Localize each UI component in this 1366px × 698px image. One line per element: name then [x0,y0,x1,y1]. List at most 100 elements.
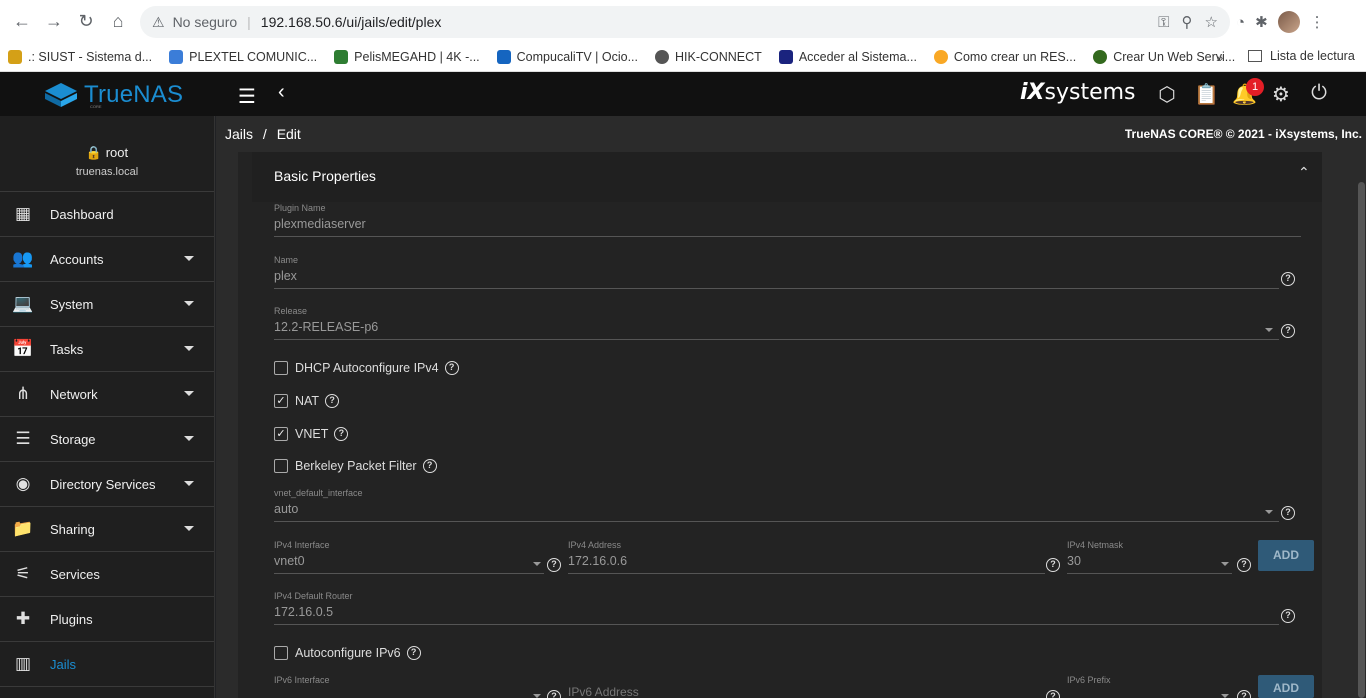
sidebar-item-accounts[interactable]: 👥 Accounts [0,237,214,282]
ipv6-address-help-icon[interactable]: ? [1046,690,1060,698]
hamburger-menu-icon[interactable]: ☰ [238,84,256,109]
nat-help-icon[interactable]: ? [325,394,340,408]
release-help-icon[interactable]: ? [1281,324,1295,338]
forward-arrow-icon[interactable]: → [38,5,70,37]
chevron-down-icon[interactable] [184,346,194,351]
ipv4-netmask-help-icon[interactable]: ? [1237,558,1251,572]
breadcrumb-jails[interactable]: Jails [225,126,253,142]
ipv4-address-value[interactable]: 172.16.0.6 [568,554,1045,574]
plugin-name-field[interactable]: Plugin Name plexmediaserver [274,203,1301,237]
sidebar-item-dashboard[interactable]: ▦ Dashboard [0,192,214,237]
bookmark[interactable]: Acceder al Sistema... [778,49,917,64]
autoconf-ipv6-checkbox-row[interactable]: Autoconfigure IPv6 ? [274,646,421,660]
clipboard-icon[interactable]: 📋 [1194,82,1219,107]
vnet-default-interface-dropdown-icon[interactable] [1265,510,1273,514]
ipv6-address-field[interactable]: IPv6 Address [568,685,1045,698]
browser-menu-icon[interactable]: ⋮ [1310,13,1325,31]
sidebar-item-system[interactable]: 💻 System [0,282,214,327]
ipv6-prefix-help-icon[interactable]: ? [1237,690,1251,698]
dhcp-checkbox-row[interactable]: DHCP Autoconfigure IPv4 ? [274,361,459,375]
ipv6-prefix-select[interactable]: IPv6 Prefix [1067,675,1232,685]
ipv4-netmask-select[interactable]: IPv4 Netmask 30 [1067,540,1232,574]
ipv4-default-router-field[interactable]: IPv4 Default Router 172.16.0.5 [274,591,1279,625]
bookmark[interactable]: Crear Un Web Servi... [1093,49,1235,64]
vnet-default-interface-select[interactable]: vnet_default_interface auto [274,488,1279,522]
name-help-icon[interactable]: ? [1281,272,1295,286]
dhcp-checkbox[interactable] [274,361,288,375]
address-bar[interactable]: ⚠ No seguro | 192.168.50.6/ui/jails/edit… [140,6,1230,38]
sidebar-item-plugins[interactable]: ✚ Plugins [0,597,214,642]
truenas-logo[interactable]: TrueNAS [44,81,183,109]
star-icon[interactable]: ☆ [1205,13,1218,31]
ipv4-interface-dropdown-icon[interactable] [533,562,541,566]
key-icon[interactable]: ⚿ [1158,14,1169,31]
chevron-down-icon[interactable] [184,256,194,261]
bookmark[interactable]: PLEXTEL COMUNIC... [169,49,317,64]
ipv4-interface-help-icon[interactable]: ? [547,558,561,572]
ipv4-default-router-help-icon[interactable]: ? [1281,609,1295,623]
ipv4-address-field[interactable]: IPv4 Address 172.16.0.6 [568,540,1045,574]
bpf-help-icon[interactable]: ? [422,459,437,473]
warning-icon[interactable]: ⚠ [152,14,165,31]
vnet-checkbox-row[interactable]: ✓ VNET ? [274,427,349,441]
bpf-checkbox-row[interactable]: Berkeley Packet Filter ? [274,459,437,473]
chevron-down-icon[interactable] [184,481,194,486]
chevron-down-icon[interactable] [184,391,194,396]
extensions-icon[interactable]: ✱ [1255,13,1268,31]
bookmark[interactable]: Como crear un RES... [933,49,1076,64]
name-value[interactable]: plex [274,269,1279,289]
sidebar-item-directory-services[interactable]: ◉ Directory Services [0,462,214,507]
vnet-checkbox[interactable]: ✓ [274,427,288,441]
url-text[interactable]: 192.168.50.6/ui/jails/edit/plex [261,14,442,30]
back-arrow-icon[interactable]: ← [6,5,38,37]
sidebar-item-sharing[interactable]: 📁 Sharing [0,507,214,552]
release-select[interactable]: Release 12.2-RELEASE-p6 [274,306,1279,340]
ipv6-interface-dropdown-icon[interactable] [533,694,541,698]
bookmark[interactable]: PelisMEGAHD | 4K -... [334,49,480,64]
ipv4-netmask-dropdown-icon[interactable] [1221,562,1229,566]
power-icon[interactable]: ⏻ [1308,82,1330,107]
autoconf-ipv6-help-icon[interactable]: ? [406,646,421,660]
ipv6-prefix-dropdown-icon[interactable] [1221,694,1229,698]
add-ipv6-button[interactable]: ADD [1258,675,1314,698]
bookmarks-more-icon[interactable]: » [1216,50,1223,65]
nat-checkbox[interactable]: ✓ [274,394,288,408]
vnet-help-icon[interactable]: ? [334,427,349,441]
performance-icon[interactable]: ◔ [1236,14,1245,31]
vnet-default-interface-help-icon[interactable]: ? [1281,506,1295,520]
bookmark[interactable]: .: SIUST - Sistema d... [8,49,152,64]
chevron-down-icon[interactable] [184,301,194,306]
bookmark[interactable]: CompucaliTV | Ocio... [496,49,638,64]
dhcp-help-icon[interactable]: ? [444,361,459,375]
sidebar-item-services[interactable]: ⚟ Services [0,552,214,597]
nat-checkbox-row[interactable]: ✓ NAT ? [274,394,340,408]
sidebar-item-storage[interactable]: ☰ Storage [0,417,214,462]
bookmark[interactable]: HIK-CONNECT [655,49,762,64]
home-icon[interactable]: ⌂ [102,5,134,37]
name-field[interactable]: Name plex [274,255,1279,289]
ipv4-default-router-value[interactable]: 172.16.0.5 [274,605,1279,625]
reading-list[interactable]: Lista de lectura [1248,49,1355,63]
sidebar-item-jails[interactable]: ▥ Jails [0,642,214,687]
autoconf-ipv6-checkbox[interactable] [274,646,288,660]
release-dropdown-icon[interactable] [1265,328,1273,332]
bpf-checkbox[interactable] [274,459,288,473]
chevron-down-icon[interactable] [184,526,194,531]
content-scrollbar[interactable] [1357,152,1366,698]
sidebar-item-tasks[interactable]: 📅 Tasks [0,327,214,372]
profile-avatar[interactable] [1277,11,1300,33]
ipv4-interface-select[interactable]: IPv4 Interface vnet0 [274,540,544,574]
sidebar-item-network[interactable]: ⋔ Network [0,372,214,417]
ipv6-interface-help-icon[interactable]: ? [547,690,561,698]
truecommand-icon[interactable]: ⬡ [1156,82,1178,107]
add-ipv4-button[interactable]: ADD [1258,540,1314,571]
scrollbar-thumb[interactable] [1358,182,1365,698]
chevron-up-icon[interactable]: ⌃ [1298,164,1310,181]
ipv6-interface-select[interactable]: IPv6 Interface [274,675,544,698]
gear-icon[interactable]: ⚙ [1270,82,1292,107]
reload-icon[interactable]: ↻ [70,5,102,37]
section-header[interactable]: Basic Properties ⌃ [252,152,1322,202]
chevron-left-icon[interactable]: ‹ [278,81,285,104]
ipv4-address-help-icon[interactable]: ? [1046,558,1060,572]
chevron-down-icon[interactable] [184,436,194,441]
